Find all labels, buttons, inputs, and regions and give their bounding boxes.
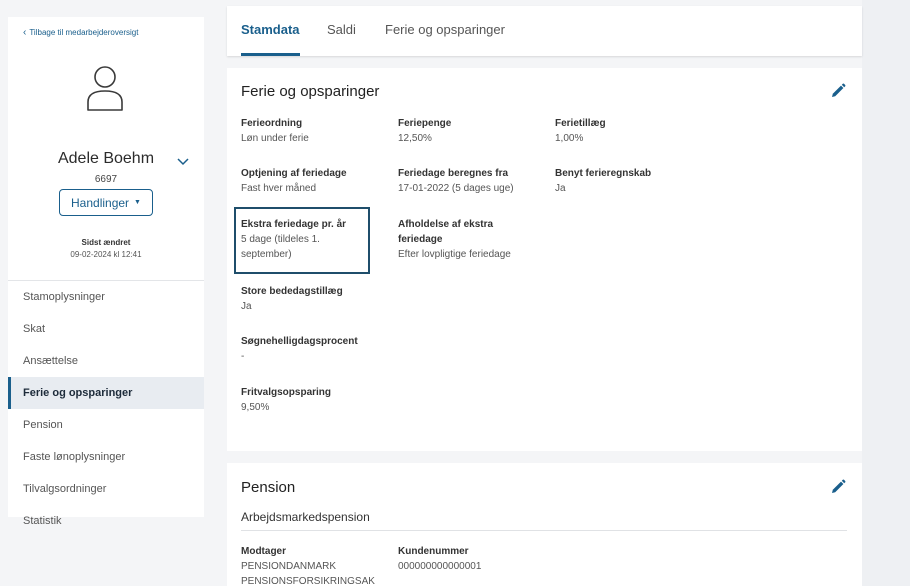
field-label: Optjening af feriedage — [241, 168, 347, 179]
sidebar-item-pension[interactable]: Pension — [8, 409, 204, 441]
sidebar-item-ansaettelse[interactable]: Ansættelse — [8, 345, 204, 377]
field-value: Ja — [555, 183, 566, 194]
field-value: september) — [241, 249, 292, 260]
field-beregnes-fra: Feriedage beregnes fra 17-01-2022 (5 dag… — [398, 166, 514, 196]
pension-subtitle: Arbejdsmarkedspension — [241, 510, 370, 524]
field-label: Feriedage beregnes fra — [398, 168, 509, 179]
employee-name: Adele Boehm — [57, 150, 155, 167]
pension-card: Pension Arbejdsmarkedspension Modtager P… — [227, 463, 862, 586]
pencil-icon[interactable] — [830, 83, 846, 99]
field-value: 1,00% — [555, 133, 584, 144]
sidebar-item-stamoplysninger[interactable]: Stamoplysninger — [8, 281, 204, 313]
field-value: 12,50% — [398, 133, 432, 144]
field-label: Afholdelse af ekstra — [398, 219, 494, 230]
right-gutter — [862, 0, 910, 586]
field-value: - — [241, 351, 245, 362]
back-link-label: Tilbage til medarbejderoversigt — [29, 28, 139, 37]
field-ferieregnskab: Benyt ferieregnskab Ja — [555, 166, 651, 196]
field-value: PENSIONSFORSIKRINGSAK — [241, 576, 375, 586]
field-value: 9,50% — [241, 402, 270, 413]
sidebar-item-faste-loenoplysninger[interactable]: Faste lønoplysninger — [8, 441, 204, 473]
last-changed-value: 09-02-2024 kl 12:41 — [70, 250, 142, 259]
field-label: Fritvalgsopsparing — [241, 387, 332, 398]
actions-dropdown-button[interactable]: Handlinger ▼ — [59, 189, 153, 216]
field-label: Modtager — [241, 546, 286, 557]
sidebar-item-tilvalgsordninger[interactable]: Tilvalgsordninger — [8, 473, 204, 505]
pension-divider — [241, 530, 847, 531]
field-afholdelse: Afholdelse af ekstra feriedage Efter lov… — [398, 217, 511, 262]
field-kundenummer: Kundenummer 000000000000001 — [398, 544, 481, 574]
tab-saldi[interactable]: Saldi — [327, 22, 356, 56]
tab-stamdata[interactable]: Stamdata — [241, 22, 300, 56]
last-changed-label: Sidst ændret — [81, 238, 131, 247]
field-label: Søgnehelligdagsprocent — [241, 336, 358, 347]
field-value: 17-01-2022 (5 dages uge) — [398, 183, 514, 194]
field-ferietillaeg: Ferietillæg 1,00% — [555, 116, 606, 146]
sidebar-item-statistik[interactable]: Statistik — [8, 505, 204, 537]
field-label: Feriepenge — [398, 118, 452, 129]
pencil-icon[interactable] — [830, 479, 846, 495]
field-value: Løn under ferie — [241, 133, 309, 144]
field-label: feriedage — [398, 234, 443, 245]
field-value: 5 dage (tildeles 1. — [241, 234, 320, 245]
field-fritvalg: Fritvalgsopsparing 9,50% — [241, 385, 331, 415]
tab-ferie-og-opsparinger[interactable]: Ferie og opsparinger — [385, 22, 505, 56]
field-label: Ferieordning — [241, 118, 303, 129]
field-ekstra-feriedage: Ekstra feriedage pr. år 5 dage (tildeles… — [241, 217, 346, 262]
chevron-down-icon[interactable] — [176, 156, 190, 166]
field-soegnehelligdag: Søgnehelligdagsprocent - — [241, 334, 358, 364]
field-optjening: Optjening af feriedage Fast hver måned — [241, 166, 347, 196]
field-store-bededag: Store bededagstillæg Ja — [241, 284, 343, 314]
sidebar-item-skat[interactable]: Skat — [8, 313, 204, 345]
caret-down-icon: ▼ — [134, 199, 141, 206]
employee-sidebar: ‹ Tilbage til medarbejderoversigt Adele … — [8, 17, 204, 527]
field-feriepenge: Feriepenge 12,50% — [398, 116, 451, 146]
field-label: Store bededagstillæg — [241, 286, 343, 297]
field-ferieordning: Ferieordning Løn under ferie — [241, 116, 309, 146]
field-label: Kundenummer — [398, 546, 469, 557]
field-value: 000000000000001 — [398, 561, 482, 572]
field-value: Efter lovpligtige feriedage — [398, 249, 511, 260]
field-value: Fast hver måned — [241, 183, 317, 194]
sidebar-item-ferie-og-opsparinger[interactable]: Ferie og opsparinger — [8, 377, 204, 409]
field-value: Ja — [241, 301, 252, 312]
field-label: Ferietillæg — [555, 118, 606, 129]
field-modtager: Modtager PENSIONDANMARK PENSIONSFORSIKRI… — [241, 544, 375, 586]
tab-bar: Stamdata Saldi Ferie og opsparinger — [227, 6, 862, 56]
field-value: PENSIONDANMARK — [241, 561, 337, 572]
employee-number: 6697 — [94, 174, 118, 185]
pension-card-title: Pension — [241, 479, 296, 496]
field-label: Benyt ferieregnskab — [555, 168, 652, 179]
chevron-left-icon: ‹ — [23, 26, 27, 38]
vacation-card: Ferie og opsparinger Ferieordning Løn un… — [227, 68, 862, 451]
employee-nav: Stamoplysninger Skat Ansættelse Ferie og… — [8, 281, 204, 537]
field-label: Ekstra feriedage pr. år — [241, 219, 347, 230]
actions-label: Handlinger — [71, 195, 130, 210]
back-to-overview-link[interactable]: ‹ Tilbage til medarbejderoversigt — [23, 26, 139, 38]
vacation-card-title: Ferie og opsparinger — [241, 83, 380, 100]
user-icon — [87, 66, 123, 111]
